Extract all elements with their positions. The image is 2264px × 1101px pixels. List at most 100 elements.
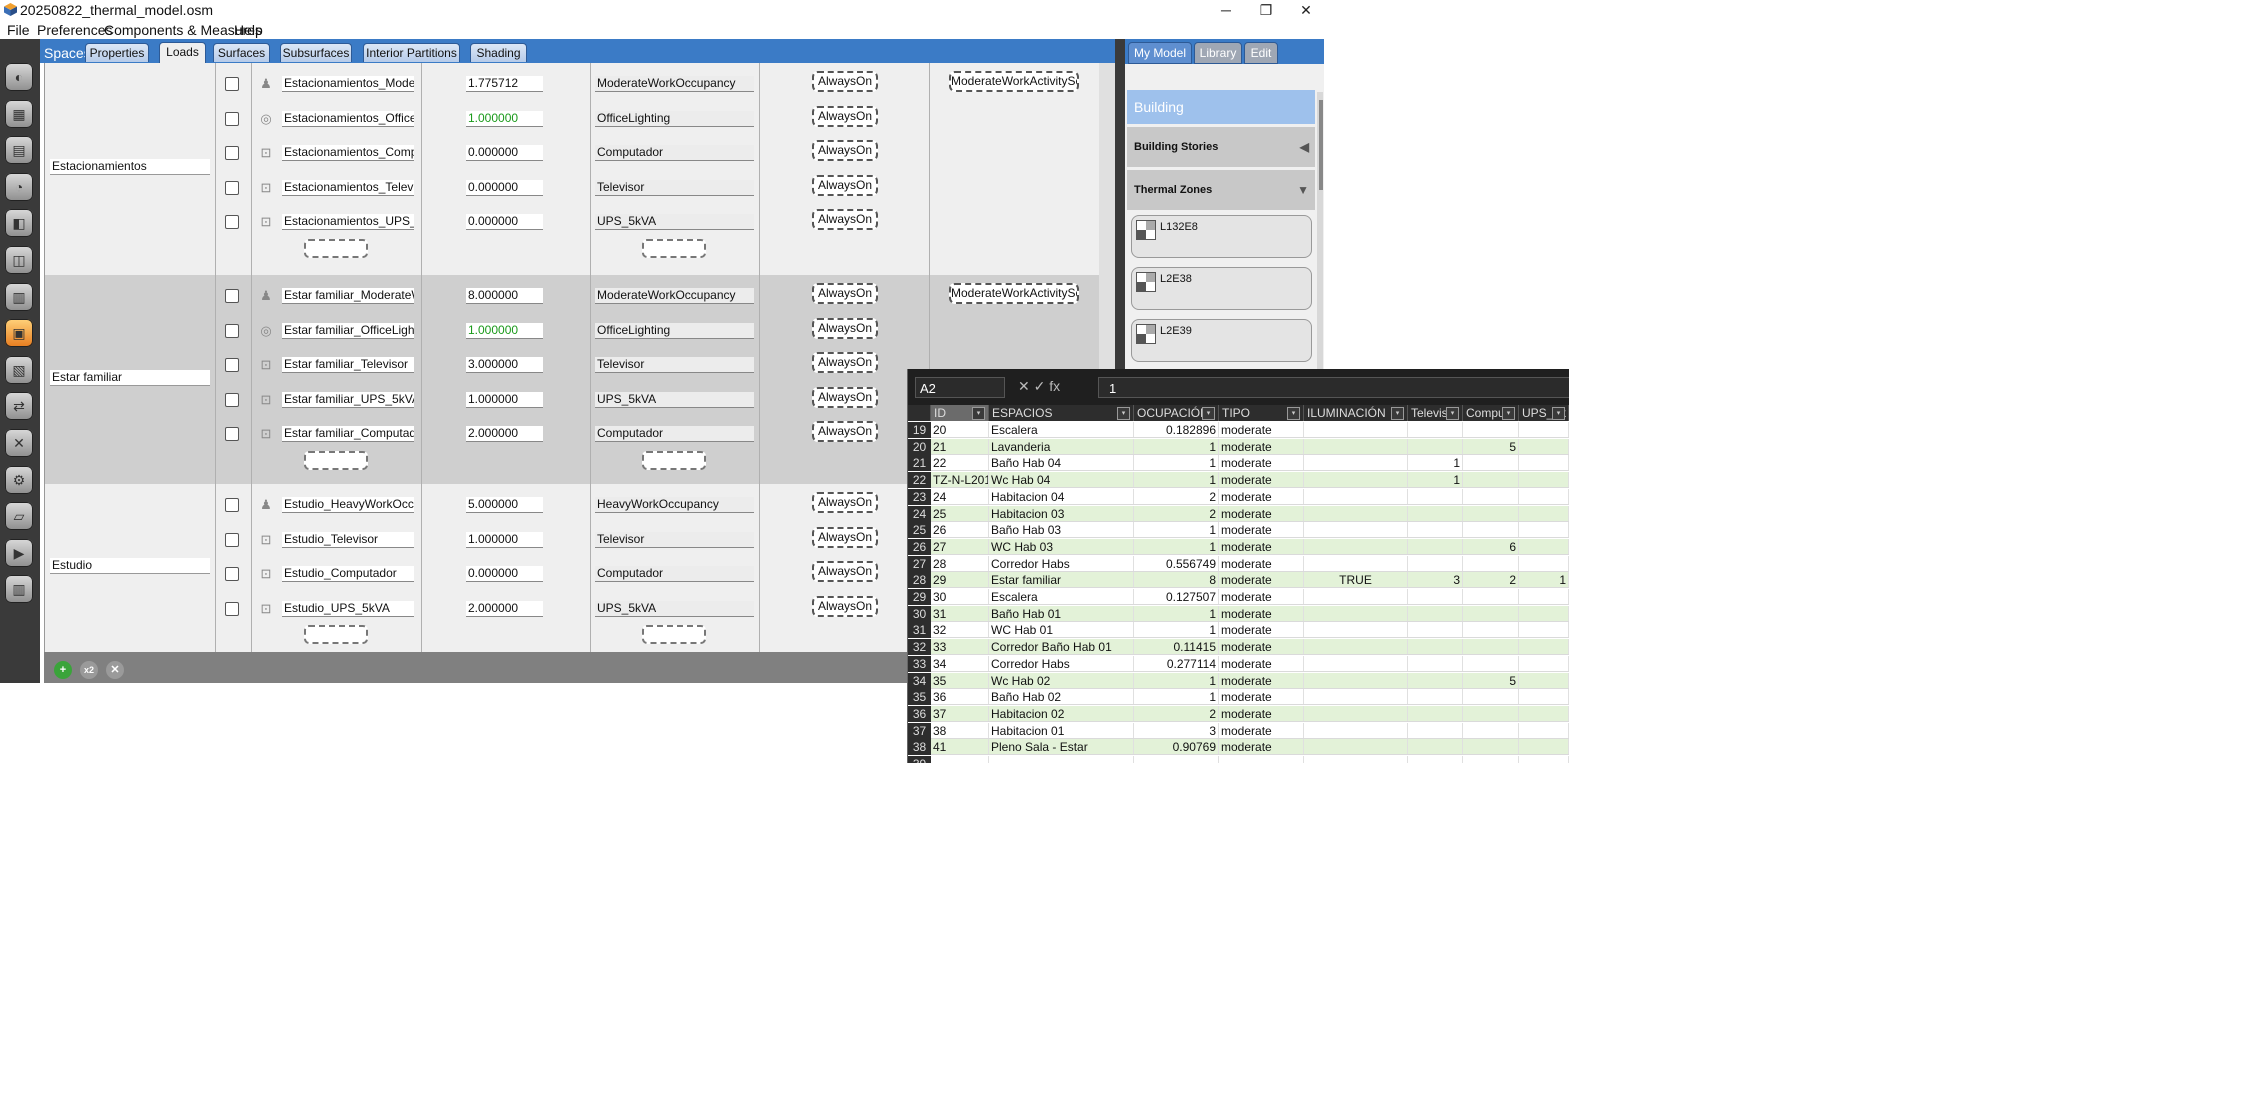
load-definition-field[interactable]: HeavyWorkOccupancy bbox=[595, 497, 754, 513]
cell-ups[interactable] bbox=[1519, 438, 1569, 455]
schedule-dropzone[interactable]: AlwaysOn bbox=[812, 526, 878, 548]
cell-ilu[interactable] bbox=[1304, 639, 1408, 656]
cell-oc[interactable]: 0.90769 bbox=[1134, 739, 1219, 756]
load-value-field[interactable]: 1.775712 bbox=[466, 76, 543, 92]
new-definition-dropzone[interactable] bbox=[642, 625, 706, 645]
cell-oc[interactable]: 3 bbox=[1134, 722, 1219, 739]
cell-oc[interactable]: 1 bbox=[1134, 522, 1219, 539]
cell-tv[interactable] bbox=[1408, 756, 1463, 763]
cell-id[interactable]: 35 bbox=[931, 672, 989, 689]
cell-tipo[interactable]: moderate bbox=[1219, 589, 1304, 605]
cell-tv[interactable] bbox=[1408, 488, 1463, 505]
add-load-button[interactable]: + bbox=[54, 661, 72, 679]
site-icon[interactable]: ◐ bbox=[5, 63, 33, 91]
load-name-field[interactable]: Estar familiar_Computador bbox=[282, 426, 414, 443]
cell-tipo[interactable]: moderate bbox=[1219, 672, 1304, 689]
cell-ilu[interactable] bbox=[1304, 455, 1408, 472]
constructions-icon[interactable]: ▤ bbox=[5, 136, 33, 165]
cell-esp[interactable]: Lavanderia bbox=[989, 438, 1134, 455]
cell-comp[interactable]: 2 bbox=[1463, 572, 1519, 589]
cell-esp[interactable]: Escalera bbox=[989, 589, 1134, 605]
cell-id[interactable]: 31 bbox=[931, 605, 989, 622]
cell-comp[interactable] bbox=[1463, 639, 1519, 656]
new-definition-dropzone[interactable] bbox=[642, 239, 706, 258]
cell-ilu[interactable] bbox=[1304, 672, 1408, 689]
cell-comp[interactable] bbox=[1463, 689, 1519, 706]
filter-dropdown-icon[interactable]: ▾ bbox=[972, 407, 985, 420]
cell-esp[interactable]: Habitacion 01 bbox=[989, 722, 1134, 739]
row-number[interactable]: 32 bbox=[908, 639, 931, 656]
cell-ups[interactable] bbox=[1519, 705, 1569, 722]
row-number[interactable]: 35 bbox=[908, 689, 931, 706]
cell-comp[interactable] bbox=[1463, 705, 1519, 722]
load-name-field[interactable]: Estudio_Televisor bbox=[282, 531, 414, 548]
results-icon[interactable]: ▥ bbox=[5, 575, 33, 604]
measures-icon[interactable]: ▱ bbox=[5, 502, 33, 531]
cell-tv[interactable]: 1 bbox=[1408, 472, 1463, 489]
filter-dropdown-icon[interactable]: ▾ bbox=[1552, 407, 1565, 420]
cell-ups[interactable] bbox=[1519, 722, 1569, 739]
row-number[interactable]: 31 bbox=[908, 622, 931, 639]
cell-ilu[interactable] bbox=[1304, 422, 1408, 438]
cell-tipo[interactable]: moderate bbox=[1219, 522, 1304, 539]
load-select-checkbox[interactable] bbox=[225, 358, 239, 373]
tab-interior-partitions[interactable]: Interior Partitions bbox=[363, 43, 460, 62]
load-name-field[interactable]: Estar familiar_Televisor bbox=[282, 357, 414, 374]
space-name-field[interactable]: Estudio bbox=[50, 558, 210, 574]
cell-comp[interactable] bbox=[1463, 739, 1519, 756]
row-number[interactable]: 26 bbox=[908, 538, 931, 555]
cell-tipo[interactable] bbox=[1219, 756, 1304, 763]
schedule-dropzone[interactable]: AlwaysOn bbox=[812, 421, 878, 443]
cell-esp[interactable] bbox=[989, 756, 1134, 763]
cell-tipo[interactable]: moderate bbox=[1219, 422, 1304, 438]
load-value-field[interactable]: 1.000000 bbox=[466, 531, 543, 548]
row-number[interactable]: 39 bbox=[908, 756, 931, 763]
cell-ups[interactable]: 1 bbox=[1519, 572, 1569, 589]
cell-comp[interactable]: 6 bbox=[1463, 538, 1519, 555]
menu-preferences[interactable]: Preferences bbox=[37, 22, 112, 38]
cell-tipo[interactable]: moderate bbox=[1219, 722, 1304, 739]
cell-tipo[interactable]: moderate bbox=[1219, 488, 1304, 505]
cell-ups[interactable] bbox=[1519, 472, 1569, 489]
cell-ilu[interactable] bbox=[1304, 538, 1408, 555]
cell-ups[interactable] bbox=[1519, 689, 1569, 706]
cell-oc[interactable]: 0.11415 bbox=[1134, 639, 1219, 656]
cell-oc[interactable]: 1 bbox=[1134, 472, 1219, 489]
cell-id[interactable]: 30 bbox=[931, 589, 989, 605]
tab-properties[interactable]: Properties bbox=[85, 43, 149, 62]
load-select-checkbox[interactable] bbox=[225, 392, 239, 407]
space-name-field[interactable]: Estacionamientos bbox=[50, 159, 210, 175]
cell-ilu[interactable] bbox=[1304, 488, 1408, 505]
load-value-field[interactable]: 0.000000 bbox=[466, 145, 543, 162]
cell-ilu[interactable] bbox=[1304, 438, 1408, 455]
load-name-field[interactable]: Estar familiar_OfficeLighting bbox=[282, 322, 414, 339]
copy-load-button[interactable]: x2 bbox=[80, 661, 98, 679]
row-number[interactable]: 29 bbox=[908, 589, 931, 605]
cell-comp[interactable] bbox=[1463, 589, 1519, 605]
load-definition-field[interactable]: ModerateWorkOccupancy bbox=[595, 288, 754, 304]
activity-schedule-dropzone[interactable]: ModerateWorkActivitySche bbox=[949, 71, 1079, 92]
simulation-settings-icon[interactable]: ⚙ bbox=[5, 465, 33, 494]
spaces-icon[interactable]: ▣ bbox=[5, 319, 33, 348]
cell-esp[interactable]: Habitacion 02 bbox=[989, 705, 1134, 722]
table-row[interactable]: TZ-N-L201 Wc Hab 04 1 moderate 1 bbox=[931, 472, 1569, 489]
cell-ilu[interactable] bbox=[1304, 589, 1408, 605]
cell-tv[interactable] bbox=[1408, 639, 1463, 656]
schedule-dropzone[interactable]: AlwaysOn bbox=[812, 492, 878, 513]
row-number[interactable]: 24 bbox=[908, 505, 931, 522]
load-name-field[interactable]: Estudio_UPS_5kVA bbox=[282, 600, 414, 617]
tab-subsurfaces[interactable]: Subsurfaces bbox=[280, 43, 352, 62]
tab-shading[interactable]: Shading bbox=[470, 43, 527, 62]
space-name-field[interactable]: Estar familiar bbox=[50, 369, 210, 386]
filter-dropdown-icon[interactable]: ▾ bbox=[1391, 407, 1404, 420]
row-number[interactable]: 37 bbox=[908, 722, 931, 739]
cell-ups[interactable] bbox=[1519, 505, 1569, 522]
cell-id[interactable]: 28 bbox=[931, 555, 989, 572]
cell-comp[interactable] bbox=[1463, 505, 1519, 522]
table-row[interactable]: 26 Baño Hab 03 1 moderate bbox=[931, 522, 1569, 539]
load-value-field[interactable]: 1.000000 bbox=[466, 391, 543, 408]
hvac-icon[interactable]: ⇄ bbox=[5, 392, 33, 421]
cell-tv[interactable] bbox=[1408, 422, 1463, 438]
table-row[interactable]: 37 Habitacion 02 2 moderate bbox=[931, 705, 1569, 722]
load-definition-field[interactable]: Televisor bbox=[595, 531, 754, 548]
